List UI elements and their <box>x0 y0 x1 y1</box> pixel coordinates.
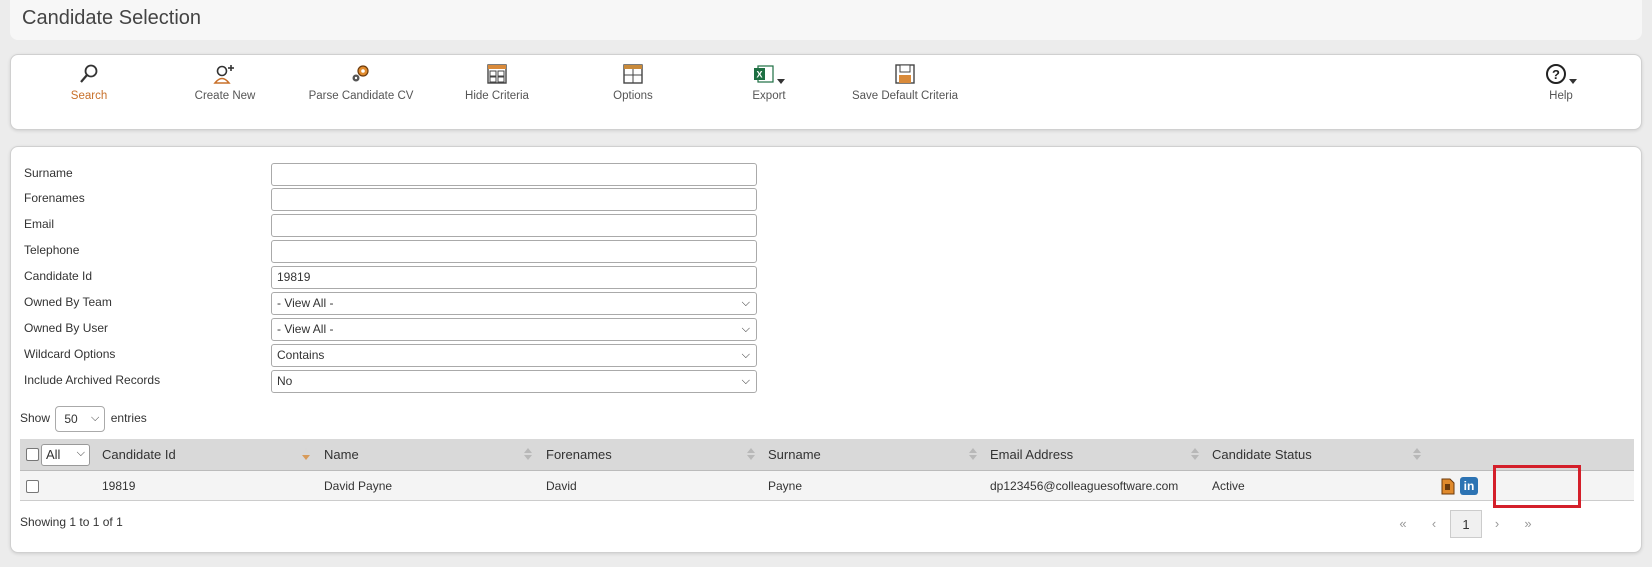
surname-row: Surname <box>24 163 774 187</box>
help-icon: ? <box>1521 63 1601 87</box>
owned-by-user-select[interactable]: - View All - ⌵ <box>271 318 757 341</box>
cell-email: dp123456@colleaguesoftware.com <box>990 479 1179 493</box>
svg-text:X: X <box>757 70 763 80</box>
chevron-down-icon: ⌵ <box>76 447 85 459</box>
add-user-icon <box>170 63 280 87</box>
highlight-box <box>1493 465 1581 508</box>
owned-by-team-select[interactable]: - View All - ⌵ <box>271 292 757 315</box>
page-title: Candidate Selection <box>22 7 202 29</box>
create-new-button[interactable]: Create New <box>170 63 280 104</box>
surname-input[interactable] <box>271 163 757 186</box>
pagination-next[interactable]: › <box>1485 510 1509 538</box>
forenames-row: Forenames <box>24 188 774 212</box>
column-candidate-status[interactable]: Candidate Status <box>1212 439 1312 471</box>
hide-criteria-button[interactable]: Hide Criteria <box>442 63 552 104</box>
linkedin-icon[interactable]: in <box>1460 477 1478 495</box>
column-email-address[interactable]: Email Address <box>990 439 1073 471</box>
page-size-control: Show 50 ⌵ entries <box>20 406 147 432</box>
candidate-id-input[interactable]: 19819 <box>271 266 757 289</box>
include-archived-select[interactable]: No ⌵ <box>271 370 757 393</box>
pagination-page-1[interactable]: 1 <box>1450 510 1482 538</box>
parse-cv-button[interactable]: Parse Candidate CV <box>306 63 416 104</box>
sort-icon[interactable] <box>524 448 532 462</box>
wildcard-options-select[interactable]: Contains ⌵ <box>271 344 757 367</box>
chevron-down-icon: ⌵ <box>741 297 750 309</box>
save-icon <box>850 63 960 87</box>
export-button[interactable]: X Export <box>714 63 824 104</box>
options-grid-icon <box>578 63 688 87</box>
cell-status: Active <box>1212 479 1245 493</box>
row-checkbox[interactable] <box>26 480 39 493</box>
cell-candidate-id: 19819 <box>102 479 136 493</box>
owned-by-user-row: Owned By User - View All - ⌵ <box>24 318 774 342</box>
checklist-icon <box>442 63 552 87</box>
chevron-down-icon: ⌵ <box>91 412 100 424</box>
criteria-panel: Surname Forenames Email Telephone Candid… <box>10 146 1642 553</box>
sort-icon[interactable] <box>1413 448 1421 462</box>
select-all-dropdown[interactable]: All ⌵ <box>41 444 90 466</box>
toolbar: Search Create New Parse Candidate CV Hid… <box>10 54 1642 130</box>
chevron-down-icon: ⌵ <box>741 323 750 335</box>
telephone-input[interactable] <box>271 240 757 263</box>
wildcard-options-row: Wildcard Options Contains ⌵ <box>24 344 774 368</box>
pagination-previous[interactable]: ‹ <box>1422 510 1446 538</box>
sort-icon[interactable] <box>302 448 310 462</box>
owned-by-team-row: Owned By Team - View All - ⌵ <box>24 292 774 316</box>
search-icon <box>34 63 144 87</box>
options-button[interactable]: Options <box>578 63 688 104</box>
chevron-down-icon: ⌵ <box>741 349 750 361</box>
pagination-first[interactable]: « <box>1391 510 1415 538</box>
column-surname[interactable]: Surname <box>768 439 821 471</box>
table-row[interactable]: 19819 David Payne David Payne dp123456@c… <box>20 471 1634 501</box>
page-size-select[interactable]: 50 ⌵ <box>55 406 106 432</box>
cell-forenames: David <box>546 479 577 493</box>
chevron-down-icon <box>777 79 785 85</box>
cell-name: David Payne <box>324 479 393 493</box>
chevron-down-icon: ⌵ <box>741 375 750 387</box>
save-default-criteria-button[interactable]: Save Default Criteria <box>850 63 960 104</box>
sort-icon[interactable] <box>969 448 977 462</box>
gears-icon <box>306 63 416 87</box>
excel-icon: X <box>714 63 824 87</box>
cell-surname: Payne <box>768 479 803 493</box>
forenames-input[interactable] <box>271 188 757 211</box>
select-all-checkbox[interactable] <box>26 448 39 461</box>
search-button[interactable]: Search <box>34 63 144 104</box>
help-button[interactable]: ? Help <box>1521 63 1601 104</box>
cv-document-icon[interactable] <box>1441 478 1455 498</box>
svg-text:?: ? <box>1552 67 1560 82</box>
email-input[interactable] <box>271 214 757 237</box>
results-table-header: All ⌵ Candidate Id Name Forenames Surnam… <box>20 439 1634 471</box>
title-panel: Candidate Selection <box>10 0 1642 40</box>
sort-icon[interactable] <box>747 448 755 462</box>
chevron-down-icon <box>1569 79 1577 85</box>
column-name[interactable]: Name <box>324 439 359 471</box>
email-row: Email <box>24 214 774 238</box>
candidate-id-row: Candidate Id 19819 <box>24 266 774 290</box>
pagination-last[interactable]: » <box>1516 510 1540 538</box>
include-archived-row: Include Archived Records No ⌵ <box>24 370 774 394</box>
telephone-row: Telephone <box>24 240 774 264</box>
column-forenames[interactable]: Forenames <box>546 439 612 471</box>
column-candidate-id[interactable]: Candidate Id <box>102 439 176 471</box>
sort-icon[interactable] <box>1191 448 1199 462</box>
table-info: Showing 1 to 1 of 1 <box>20 515 123 529</box>
